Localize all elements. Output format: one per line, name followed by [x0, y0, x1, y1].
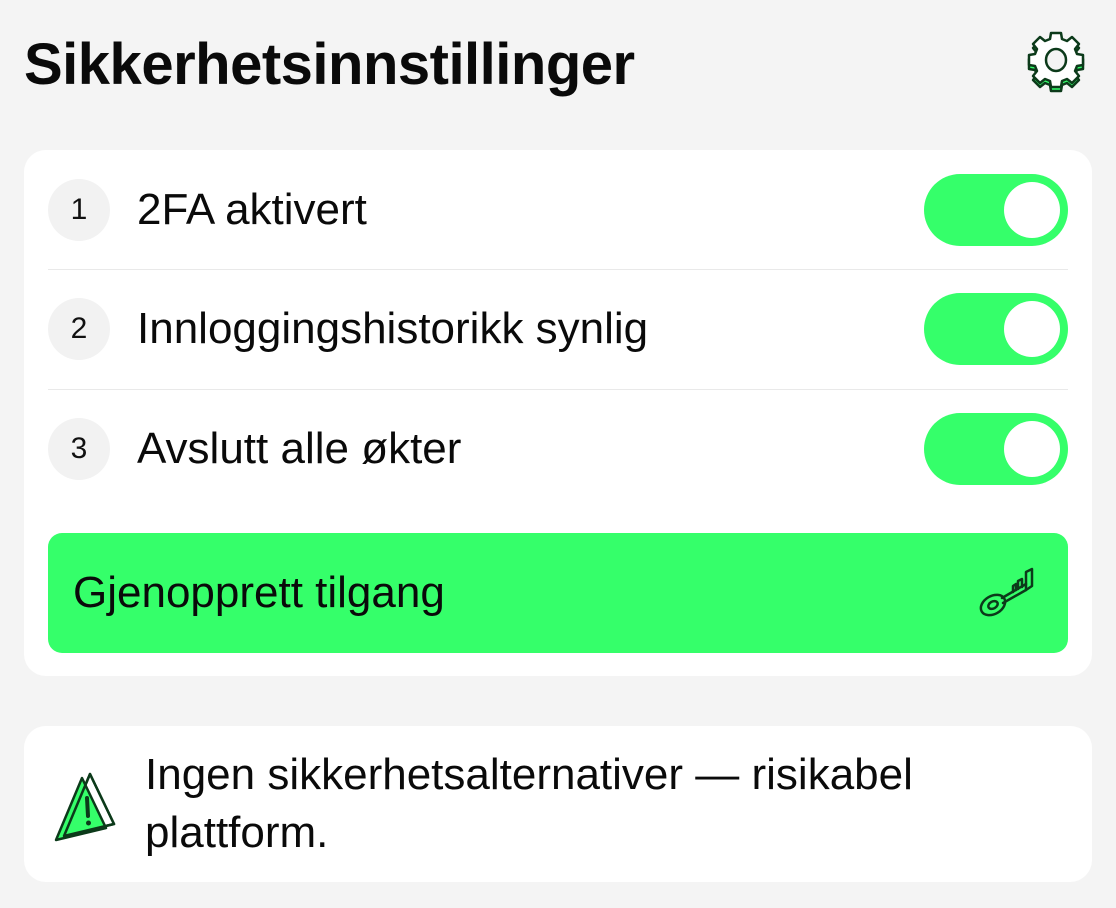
setting-number-badge: 2	[48, 298, 110, 360]
warning-card: Ingen sikkerhetsalternativer — risikabel…	[24, 726, 1092, 882]
gear-icon	[1027, 31, 1085, 93]
page-title: Sikkerhetsinnstillinger	[24, 32, 635, 97]
settings-button[interactable]	[1024, 28, 1088, 96]
restore-access-label: Gjenopprett tilgang	[73, 568, 445, 617]
header: Sikkerhetsinnstillinger	[24, 24, 1088, 104]
warning-message: Ingen sikkerhetsalternativer — risikabel…	[145, 750, 913, 857]
toggle-knob	[1004, 301, 1060, 357]
key-icon	[974, 558, 1044, 628]
setting-number-badge: 3	[48, 418, 110, 480]
warning-triangle-icon	[54, 772, 116, 842]
toggle-login-history[interactable]	[924, 293, 1068, 365]
setting-label: Avslutt alle økter	[137, 424, 462, 473]
toggle-knob	[1004, 181, 1060, 238]
setting-row-end-sessions: 3 Avslutt alle økter	[48, 389, 1068, 509]
settings-card: 1 2FA aktivert 2 Innloggingshistorikk sy…	[24, 150, 1092, 676]
toggle-knob	[1004, 421, 1060, 477]
setting-row-login-history: 2 Innloggingshistorikk synlig	[48, 269, 1068, 390]
setting-number-badge: 1	[48, 178, 110, 241]
setting-label: Innloggingshistorikk synlig	[137, 304, 649, 353]
toggle-2fa[interactable]	[924, 173, 1068, 246]
setting-label: 2FA aktivert	[137, 184, 367, 234]
restore-access-button[interactable]: Gjenopprett tilgang	[48, 533, 1068, 653]
setting-row-2fa: 1 2FA aktivert	[48, 150, 1068, 270]
toggle-end-sessions[interactable]	[924, 413, 1068, 485]
